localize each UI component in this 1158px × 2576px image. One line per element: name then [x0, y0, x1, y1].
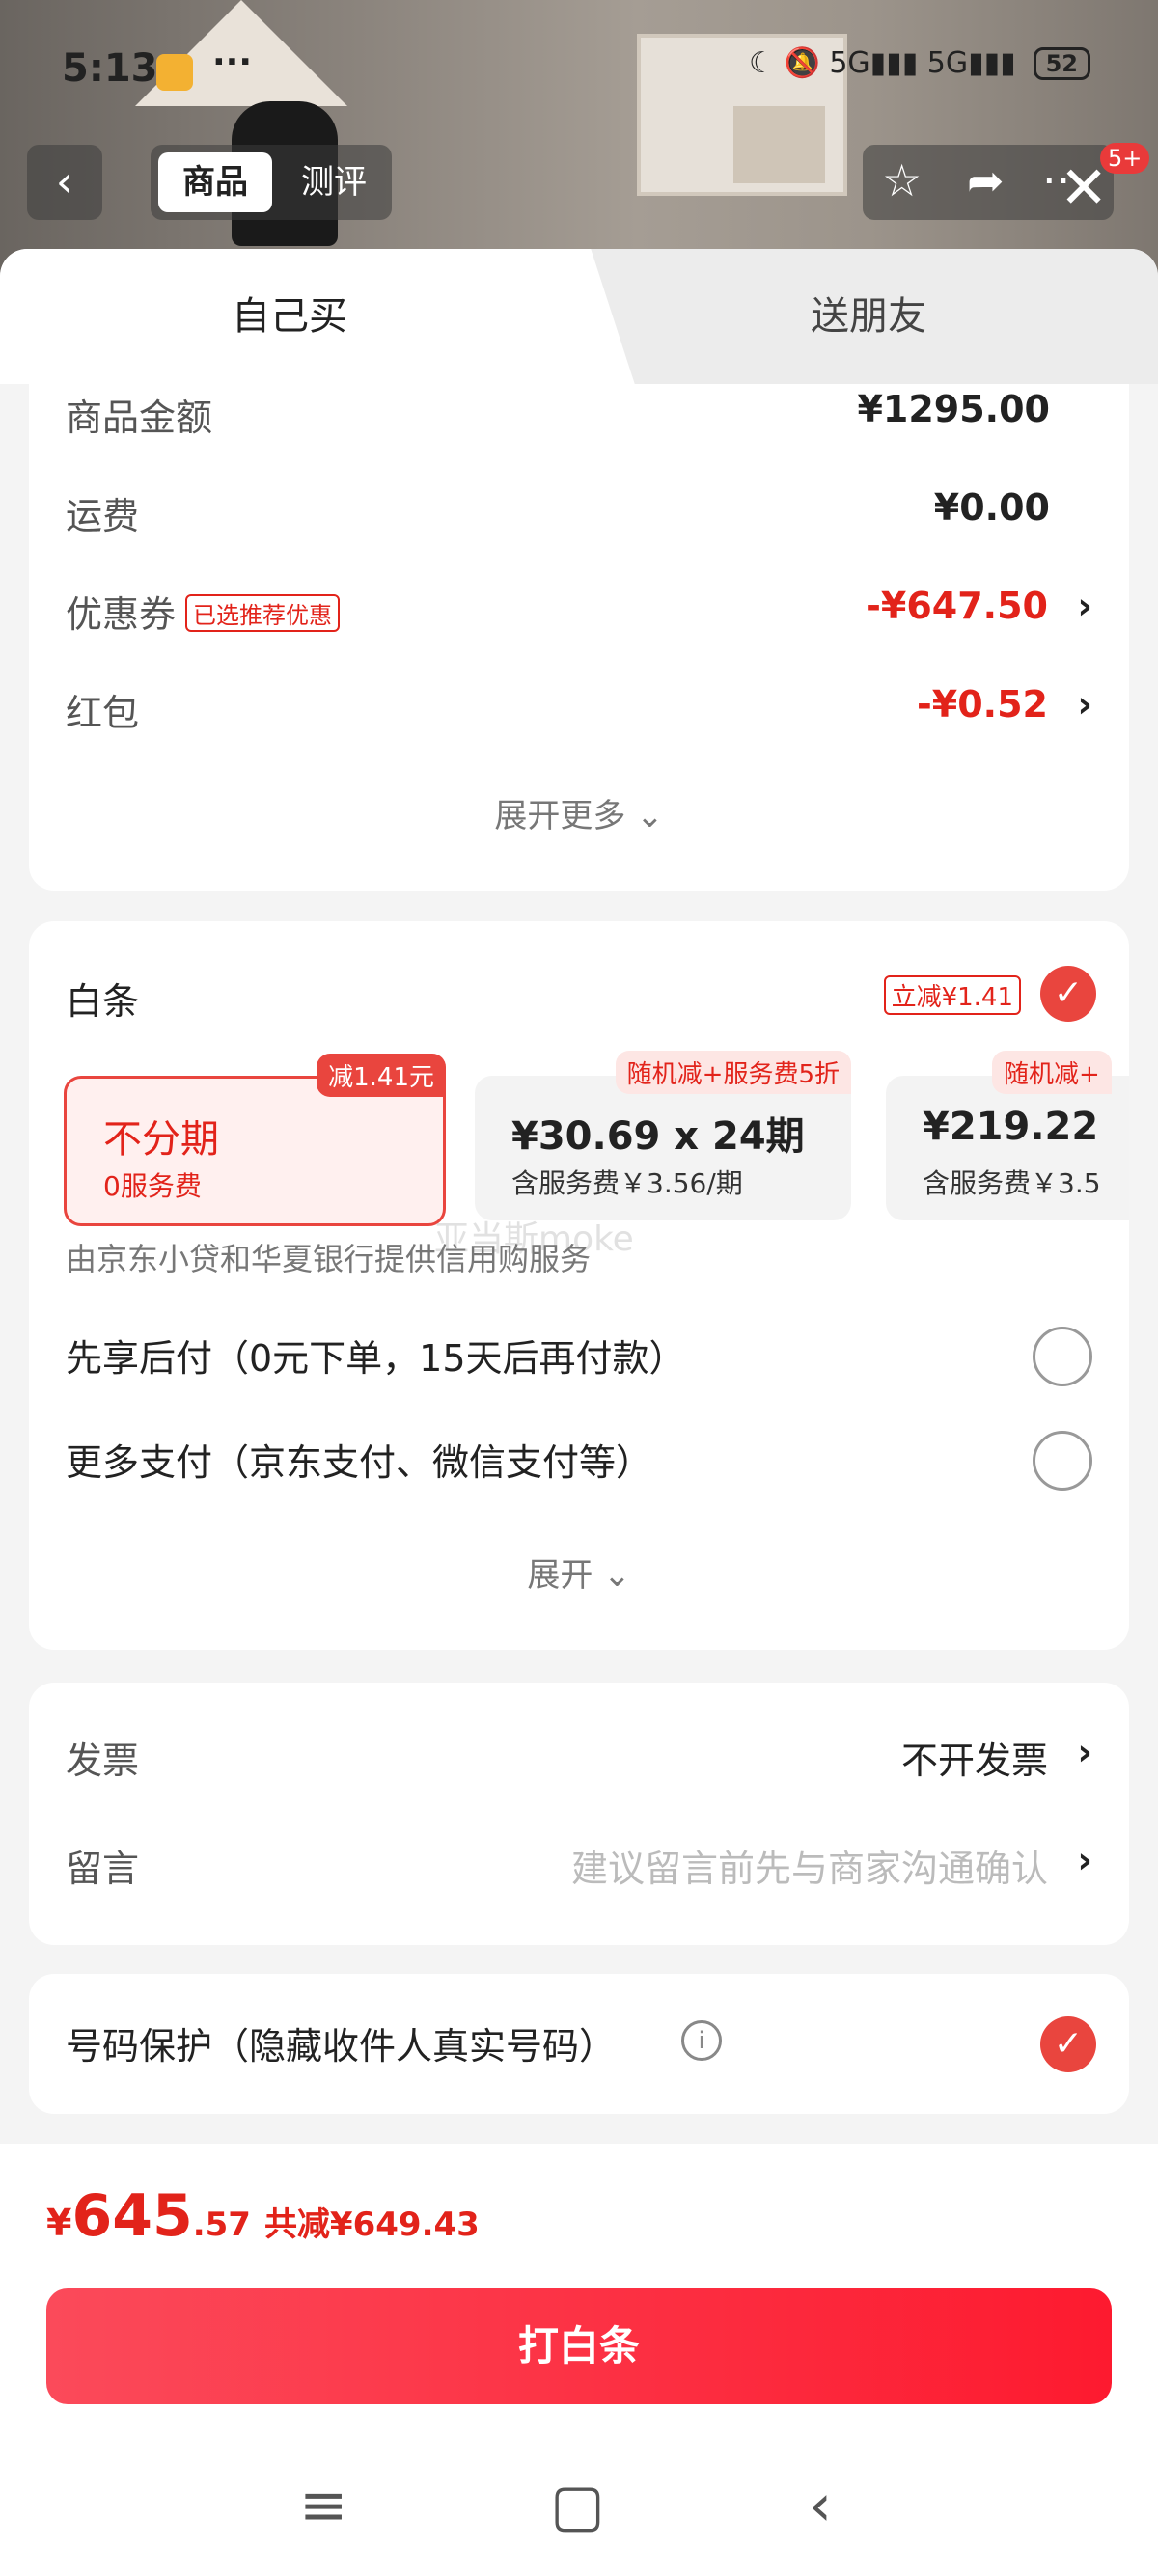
expand-payment-button[interactable]: 展开 ⌄	[29, 1548, 1129, 1596]
chevron-right-icon: ›	[1077, 683, 1092, 726]
back-button[interactable]: ‹	[27, 145, 102, 220]
tab-product[interactable]: 商品	[158, 152, 272, 212]
status-bar: 5:13 ··· ☾ 🔕 5G▮▮▮ 5G▮▮▮ 52	[0, 0, 1158, 135]
tab-send-friend[interactable]: 送朋友	[579, 249, 1158, 384]
bottom-pay-bar: ¥645.57 共减¥649.43 打白条 ≡ ▢ ‹	[0, 2144, 1158, 2576]
number-protection-label: 号码保护（隐藏收件人真实号码）	[66, 2025, 617, 2068]
price-decimal: .57	[192, 2206, 251, 2244]
summary-row-coupon[interactable]: 优惠券 已选推荐优惠 -¥647.50 ›	[66, 585, 1092, 643]
system-nav-bar: ≡ ▢ ‹	[0, 2462, 1158, 2576]
menu-icon[interactable]: ≡	[299, 2472, 347, 2539]
purchase-mode-tabs: 送朋友 自己买	[0, 249, 1158, 384]
plan-24-installments[interactable]: 随机减+服务费5折 ¥30.69 x 24期 含服务费￥3.56/期	[475, 1051, 851, 1220]
signal-icons: ☾ 🔕 5G▮▮▮ 5G▮▮▮	[749, 46, 1016, 80]
chevron-right-icon: ›	[1077, 1731, 1092, 1773]
notification-app-icon	[156, 54, 193, 91]
status-icons: ☾ 🔕 5G▮▮▮ 5G▮▮▮ 52	[749, 46, 1090, 80]
home-icon[interactable]: ▢	[550, 2472, 605, 2539]
redpacket-label: 红包	[66, 692, 140, 734]
total-price: ¥645.57 共减¥649.43	[46, 2182, 480, 2250]
number-protection-card: 号码保护（隐藏收件人真实号码） i ✓	[29, 1974, 1129, 2114]
info-icon[interactable]: i	[681, 2020, 722, 2061]
shipping-value: ¥0.00	[933, 486, 1050, 529]
invoice-value: 不开发票	[900, 1740, 1048, 1782]
price-integer: 645	[71, 2182, 193, 2250]
currency-symbol: ¥	[46, 2202, 72, 2244]
coupon-label-text: 优惠券	[66, 593, 177, 636]
summary-row-goods: 商品金额 ¥1295.00	[66, 388, 1092, 446]
summary-row-redpacket[interactable]: 红包 -¥0.52 ›	[66, 683, 1092, 741]
number-protection-check-icon[interactable]: ✓	[1040, 2016, 1096, 2072]
price-summary-card: 商品金额 ¥1295.00 运费 ¥0.00 优惠券 已选推荐优惠 -¥647.5…	[29, 384, 1129, 891]
coupon-value: -¥647.50	[866, 585, 1048, 627]
battery-icon: 52	[1033, 46, 1090, 80]
coupon-tag: 已选推荐优惠	[185, 594, 341, 632]
tab-buy-self[interactable]: 自己买	[0, 249, 579, 384]
invoice-label: 发票	[66, 1740, 140, 1782]
goods-amount-label: 商品金额	[66, 397, 213, 439]
plan-corner-tag: 随机减+服务费5折	[615, 1051, 851, 1094]
status-more: ···	[212, 42, 253, 82]
baitiao-discount-tag: 立减¥1.41	[883, 975, 1021, 1015]
coupon-label: 优惠券 已选推荐优惠	[66, 585, 341, 638]
message-row[interactable]: 留言 建议留言前先与商家沟通确认 ›	[66, 1839, 1092, 1897]
chevron-right-icon: ›	[1077, 1839, 1092, 1881]
plan-sub: 含服务费￥3.56/期	[511, 1167, 743, 1199]
summary-row-shipping: 运费 ¥0.00	[66, 486, 1092, 544]
credit-provider-note: 由京东小贷和华夏银行提供信用购服务	[66, 1241, 592, 1277]
message-label: 留言	[66, 1848, 140, 1890]
expand-more-button[interactable]: 展开更多 ⌄	[29, 789, 1129, 836]
plan-main: 不分期	[103, 1117, 219, 1162]
plan-clip: ¥219.22 x 含服务费￥3.5	[886, 1076, 1100, 1220]
plan-more-installments[interactable]: 随机减+ ¥219.22 x 含服务费￥3.5	[886, 1051, 1129, 1220]
plan-sub: 含服务费￥3.5	[923, 1167, 1100, 1199]
product-review-switch: 商品 测评	[151, 145, 392, 220]
baitiao-selected-check-icon[interactable]: ✓	[1040, 966, 1096, 1022]
pay-later-radio[interactable]	[1033, 1327, 1092, 1386]
close-icon[interactable]: ✕	[1060, 154, 1108, 222]
invoice-card: 发票 不开发票 › 留言 建议留言前先与商家沟通确认 ›	[29, 1683, 1129, 1945]
plan-sub: 0服务费	[103, 1170, 202, 1202]
share-icon[interactable]: ➦	[967, 154, 1005, 206]
total-saved: 共减¥649.43	[263, 2206, 480, 2244]
back-nav-icon[interactable]: ‹	[809, 2472, 832, 2539]
message-placeholder: 建议留言前先与商家沟通确认	[570, 1848, 1048, 1890]
option-more-payment[interactable]: 更多支付（京东支付、微信支付等）	[66, 1433, 652, 1486]
plan-main: ¥30.69 x 24期	[511, 1114, 805, 1159]
option-pay-later[interactable]: 先享后付（0元下单，15天后再付款）	[66, 1329, 686, 1382]
baitiao-title: 白条	[66, 980, 140, 1023]
tab-review[interactable]: 测评	[286, 152, 382, 212]
plan-no-installment[interactable]: 减1.41元 不分期 0服务费	[64, 1054, 446, 1226]
favorite-star-icon[interactable]: ☆	[882, 154, 922, 206]
plan-main: ¥219.22 x	[923, 1105, 1100, 1149]
goods-amount-value: ¥1295.00	[857, 388, 1050, 430]
invoice-row[interactable]: 发票 不开发票 ›	[66, 1731, 1092, 1789]
plan-corner-tag: 减1.41元	[317, 1054, 446, 1097]
pay-baitiao-button[interactable]: 打白条	[46, 2288, 1112, 2404]
shipping-label: 运费	[66, 495, 140, 537]
redpacket-value: -¥0.52	[917, 683, 1048, 726]
baitiao-card: 白条 立减¥1.41 ✓ 减1.41元 不分期 0服务费 随机减+服务费5折 ¥…	[29, 921, 1129, 1650]
chevron-right-icon: ›	[1077, 585, 1092, 627]
more-payment-radio[interactable]	[1033, 1431, 1092, 1491]
status-time: 5:13	[62, 46, 158, 91]
